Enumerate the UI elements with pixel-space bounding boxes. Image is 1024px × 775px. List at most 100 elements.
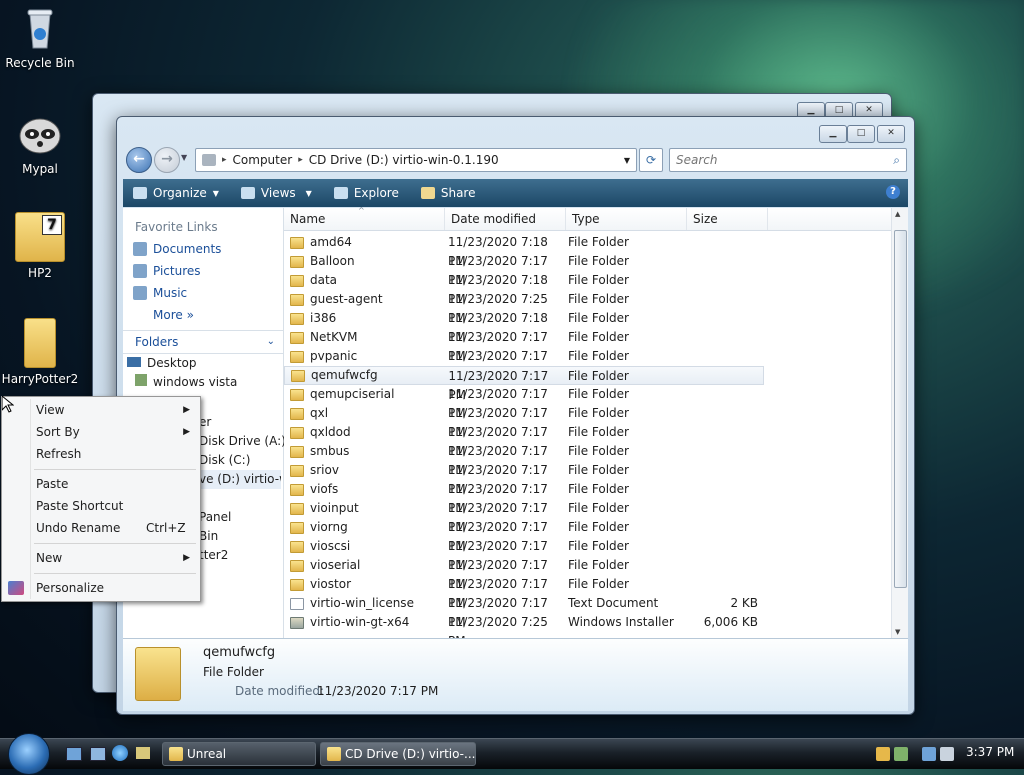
file-row[interactable]: NetKVM 11/23/2020 7:17 PM File Folder <box>284 328 764 363</box>
file-row[interactable]: qemufwcfg 11/23/2020 7:17 PM File Folder <box>284 366 764 402</box>
tree-item-computer[interactable]: er <box>199 413 286 432</box>
file-size <box>682 309 764 328</box>
column-size[interactable]: Size <box>687 208 768 230</box>
file-row[interactable]: qemupciserial 11/23/2020 7:17 PM File Fold… <box>284 385 764 420</box>
search-box[interactable]: ⌕ <box>669 148 907 172</box>
file-date: 11/23/2020 7:18 PM <box>448 273 548 306</box>
menu-item-view[interactable]: View ▶ <box>2 399 200 421</box>
desktop-icon-mypal[interactable]: Mypal <box>0 110 80 176</box>
file-size <box>682 252 764 271</box>
taskbar: Unreal CD Drive (D:) virtio-... 3:37 PM <box>0 733 1024 775</box>
tree-item-desktop[interactable]: Desktop <box>123 354 283 373</box>
file-row[interactable]: viostor 11/23/2020 7:17 PM File Folder <box>284 575 764 610</box>
file-name: smbus <box>310 444 350 458</box>
tree-item-harrypotter2[interactable]: tter2 <box>199 546 286 565</box>
file-row[interactable]: viorng 11/23/2020 7:17 PM File Folder <box>284 518 764 553</box>
more-links[interactable]: More » <box>123 304 283 326</box>
back-button[interactable]: ← <box>126 147 152 173</box>
tree-item-control-panel[interactable]: Panel <box>199 508 286 527</box>
maximize-button[interactable]: □ <box>847 125 875 143</box>
scroll-down-icon[interactable]: ▼ <box>895 628 900 636</box>
taskbar-button-unreal[interactable]: Unreal <box>162 742 316 766</box>
tree-item-cd-drive[interactable]: ve (D:) virtio-wi <box>199 470 281 489</box>
file-row[interactable]: virtio-win-gt-x64 11/23/2020 7:25 PM Windo… <box>284 613 764 648</box>
folder-icon <box>290 236 304 249</box>
menu-item-paste[interactable]: Paste <box>2 473 200 495</box>
views-button[interactable]: Views ▼ <box>240 186 312 200</box>
file-list[interactable]: Name ^ Date modified Type Size amd64 11/23… <box>284 206 908 648</box>
refresh-icon[interactable]: ⟳ <box>639 148 663 172</box>
recent-pages-icon[interactable]: ▼ <box>181 153 187 162</box>
security-shield-icon[interactable] <box>876 747 890 761</box>
breadcrumb-computer[interactable]: Computer <box>233 153 293 167</box>
column-label: Size <box>693 212 718 226</box>
organize-button[interactable]: Organize ▼ <box>133 186 219 200</box>
favorite-music[interactable]: Music <box>123 282 283 304</box>
file-row[interactable]: pvpanic 11/23/2020 7:17 PM File Folder <box>284 347 764 382</box>
minimize-button[interactable]: ▁ <box>819 125 847 143</box>
file-row[interactable]: sriov 11/23/2020 7:17 PM File Folder <box>284 461 764 496</box>
taskbar-button-cd-drive[interactable]: CD Drive (D:) virtio-... <box>320 742 476 766</box>
start-button[interactable] <box>8 733 50 775</box>
file-row[interactable]: Balloon 11/23/2020 7:17 PM File Folder <box>284 252 764 287</box>
menu-item-undo-rename[interactable]: Undo Rename Ctrl+Z <box>2 517 200 539</box>
column-date-modified[interactable]: Date modified <box>445 208 566 230</box>
file-row[interactable]: qxldod 11/23/2020 7:17 PM File Folder <box>284 423 764 458</box>
file-row[interactable]: vioinput 11/23/2020 7:17 PM File Folder <box>284 499 764 534</box>
desktop-icon-recycle-bin[interactable]: Recycle Bin <box>0 4 80 70</box>
tree-item-floppy[interactable]: Disk Drive (A:) <box>199 432 286 451</box>
show-desktop-icon[interactable] <box>66 747 82 761</box>
file-row[interactable]: virtio-win_license 11/23/2020 7:17 PM Text… <box>284 594 764 629</box>
windows-defender-icon[interactable] <box>894 747 908 761</box>
menu-item-paste-shortcut[interactable]: Paste Shortcut <box>2 495 200 517</box>
file-row[interactable]: guest-agent 11/23/2020 7:25 PM File Folder <box>284 290 764 325</box>
column-type[interactable]: Type <box>566 208 687 230</box>
favorite-pictures[interactable]: Pictures <box>123 260 283 282</box>
help-icon[interactable]: ? <box>886 185 900 199</box>
address-bar[interactable]: ▸ Computer ▸ CD Drive (D:) virtio-win-0.… <box>195 148 637 172</box>
breadcrumb-cd-drive[interactable]: CD Drive (D:) virtio-win-0.1.190 <box>309 153 499 167</box>
folders-header[interactable]: Folders ⌄ <box>123 330 283 354</box>
search-input[interactable] <box>674 152 878 168</box>
menu-item-personalize[interactable]: Personalize <box>2 577 200 599</box>
file-name: vioinput <box>310 501 359 515</box>
tree-item-recycle-bin[interactable]: Bin <box>199 527 286 546</box>
file-row[interactable]: amd64 11/23/2020 7:18 PM File Folder <box>284 233 764 268</box>
file-row[interactable]: smbus 11/23/2020 7:17 PM File Folder <box>284 442 764 477</box>
scrollbar-thumb[interactable] <box>894 230 907 588</box>
file-row[interactable]: viofs 11/23/2020 7:17 PM File Folder <box>284 480 764 515</box>
menu-item-refresh[interactable]: Refresh <box>2 443 200 465</box>
vertical-scrollbar[interactable]: ▲ ▼ <box>891 208 908 638</box>
close-button[interactable]: ✕ <box>877 125 905 143</box>
file-row[interactable]: i386 11/23/2020 7:18 PM File Folder <box>284 309 764 344</box>
file-row[interactable]: qxl 11/23/2020 7:17 PM File Folder <box>284 404 764 439</box>
menu-shortcut: Ctrl+Z <box>146 521 186 535</box>
internet-explorer-icon[interactable] <box>112 745 128 761</box>
menu-item-sort-by[interactable]: Sort By ▶ <box>2 421 200 443</box>
explore-button[interactable]: Explore <box>333 186 399 200</box>
file-row[interactable]: vioscsi 11/23/2020 7:17 PM File Folder <box>284 537 764 572</box>
volume-muted-icon[interactable] <box>940 747 954 761</box>
search-icon[interactable]: ⌕ <box>893 153 900 168</box>
file-row[interactable]: vioserial 11/23/2020 7:17 PM File Folder <box>284 556 764 591</box>
tree-item-user[interactable]: windows vista <box>123 373 283 392</box>
chevron-down-icon[interactable]: ▼ <box>624 156 630 165</box>
switch-windows-icon[interactable] <box>90 747 106 761</box>
column-name[interactable]: Name ^ <box>284 206 445 230</box>
desktop-icon-hp2[interactable]: 7 HP2 <box>0 212 80 280</box>
menu-item-new[interactable]: New ▶ <box>2 547 200 569</box>
network-icon[interactable] <box>922 747 936 761</box>
file-row[interactable]: data 11/23/2020 7:18 PM File Folder <box>284 271 764 306</box>
tree-item-local-disk[interactable]: Disk (C:) <box>199 451 286 470</box>
chevron-down-icon: ⌄ <box>266 336 275 347</box>
favorite-documents[interactable]: Documents <box>123 238 283 260</box>
forward-button[interactable]: → <box>154 147 180 173</box>
explorer-window[interactable]: ▁ □ ✕ ← → ▼ ▸ Computer ▸ CD Drive (D:) v… <box>116 116 915 715</box>
share-button[interactable]: Share <box>420 186 475 200</box>
clock[interactable]: 3:37 PM <box>966 745 1014 759</box>
quick-launch-icon[interactable] <box>136 747 150 759</box>
file-date: 11/23/2020 7:17 PM <box>448 444 548 477</box>
scroll-up-icon[interactable]: ▲ <box>895 210 900 218</box>
file-date: 11/23/2020 7:17 PM <box>448 520 548 553</box>
desktop-icon-harrypotter2[interactable]: HarryPotter2 <box>0 318 80 386</box>
